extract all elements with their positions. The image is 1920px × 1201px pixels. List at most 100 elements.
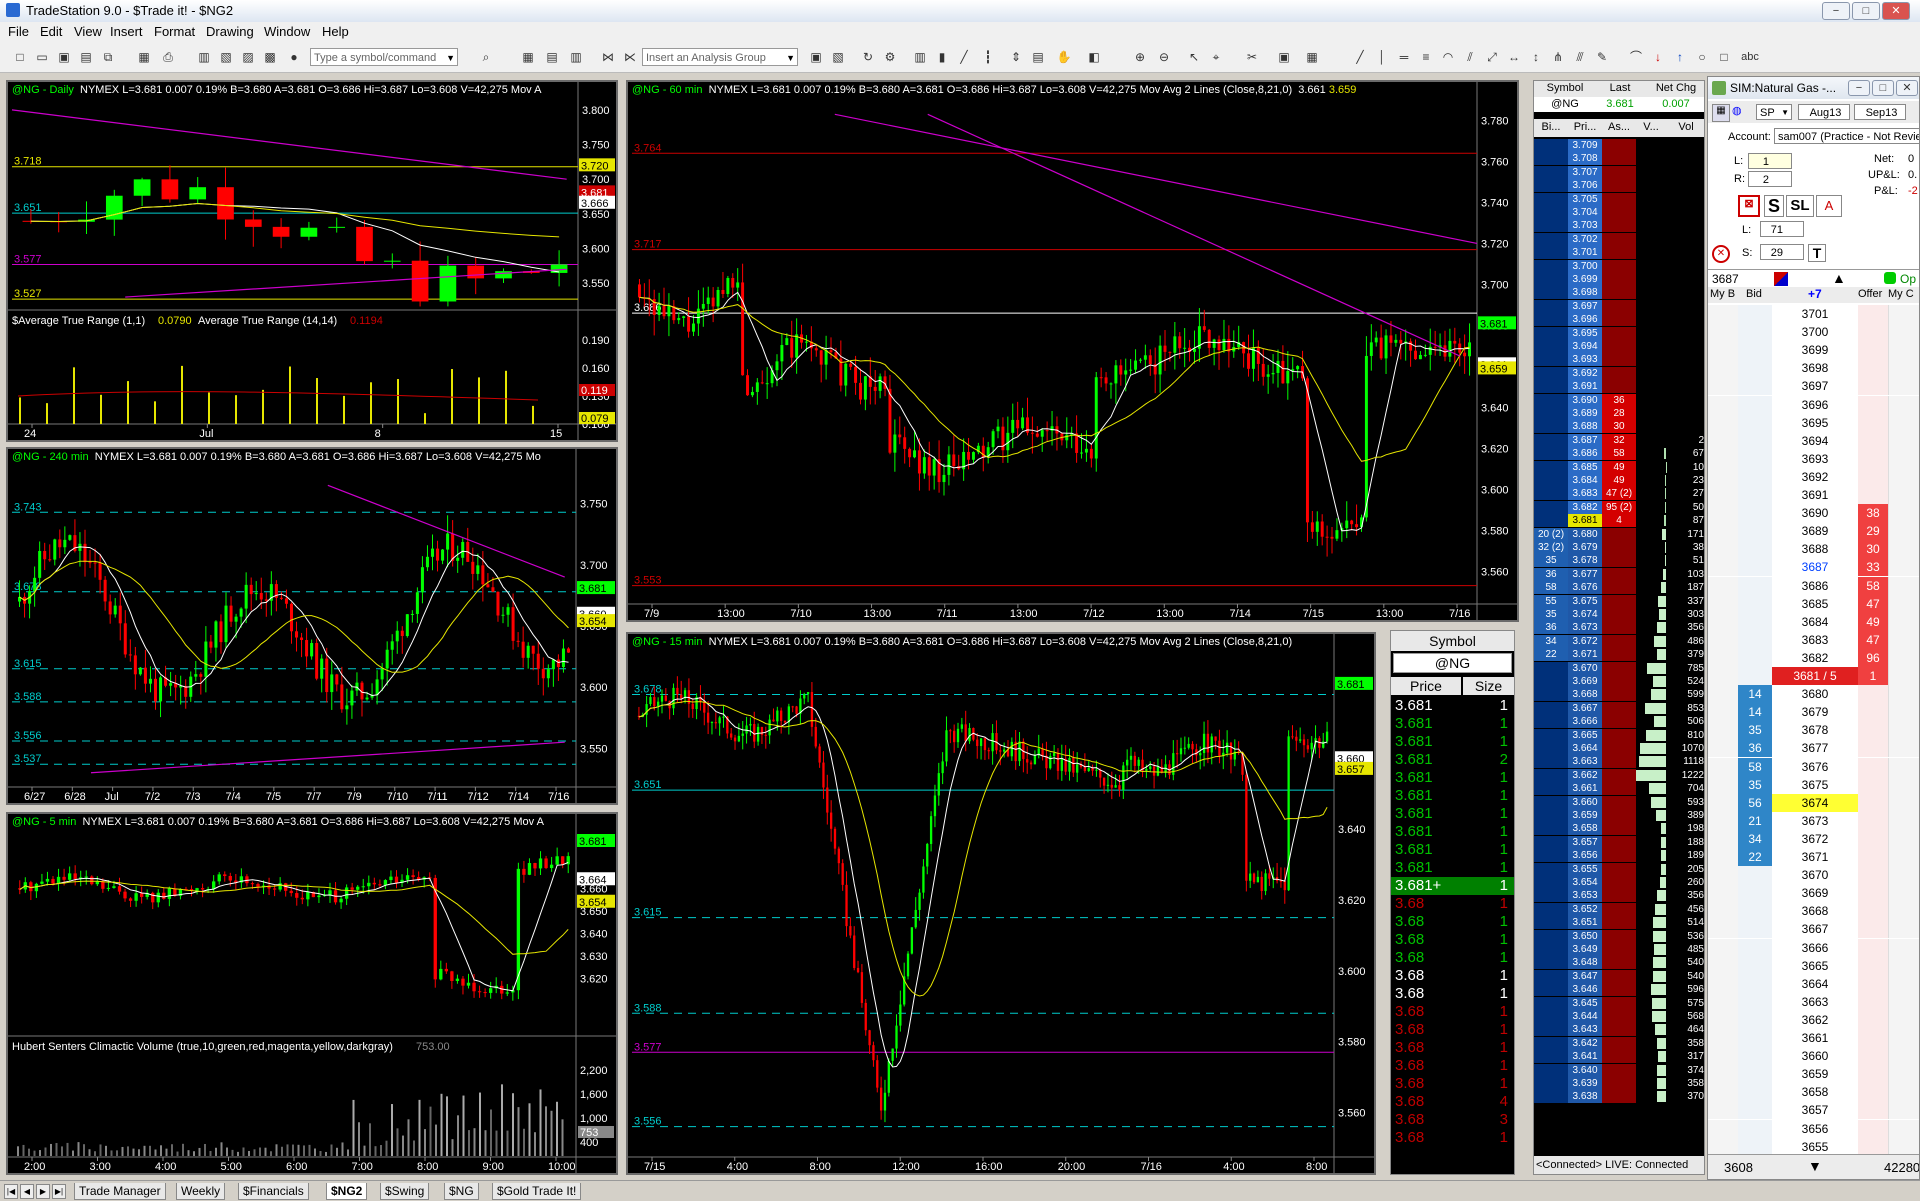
ladder-bid[interactable] bbox=[1534, 1023, 1568, 1036]
matrix-price-cell[interactable]: 3693 bbox=[1772, 450, 1858, 468]
matrix-bid-cell[interactable] bbox=[1738, 414, 1772, 432]
matrix-bid-cell[interactable] bbox=[1738, 1011, 1772, 1029]
matrix-price-cell[interactable]: 3672 bbox=[1772, 830, 1858, 848]
matrix-offer-cell[interactable] bbox=[1858, 1011, 1888, 1029]
matrix-myoffer-cell[interactable] bbox=[1888, 1101, 1920, 1119]
ladder-bid[interactable] bbox=[1534, 327, 1568, 340]
matrix-mybid-cell[interactable] bbox=[1708, 920, 1739, 938]
matrix-myoffer-cell[interactable] bbox=[1888, 377, 1920, 395]
ladder-bid[interactable] bbox=[1534, 809, 1568, 822]
ladder-bid[interactable] bbox=[1534, 943, 1568, 956]
matrix-offer-cell[interactable] bbox=[1858, 957, 1888, 975]
matrix-price-cell[interactable]: 3682 bbox=[1772, 649, 1858, 667]
matrix-row[interactable]: 3699 bbox=[1708, 341, 1920, 359]
ladder-row[interactable]: 3.638370 bbox=[1534, 1090, 1705, 1103]
matrix-offer-cell[interactable] bbox=[1858, 739, 1888, 757]
buy-market-icon[interactable]: ⊠ bbox=[1738, 195, 1760, 217]
tab-financials[interactable]: $Financials bbox=[238, 1183, 309, 1200]
ladder-price[interactable]: 3.647 bbox=[1568, 970, 1602, 983]
account-select[interactable]: sam007 (Practice - Not Revie bbox=[1774, 128, 1920, 144]
ladder-ask[interactable]: 30 bbox=[1602, 420, 1636, 433]
line-chart-icon[interactable]: ╱ bbox=[956, 49, 972, 65]
close-button[interactable]: ✕ bbox=[1882, 2, 1910, 20]
matrix-row[interactable]: 3658 bbox=[1708, 1083, 1920, 1101]
matrix-mybid-cell[interactable] bbox=[1708, 1083, 1739, 1101]
ladder-bid[interactable] bbox=[1534, 246, 1568, 259]
ladder-price[interactable]: 3.645 bbox=[1568, 997, 1602, 1010]
matrix-row[interactable]: 369038 bbox=[1708, 504, 1920, 522]
ladder-ask[interactable] bbox=[1602, 702, 1636, 715]
matrix-mybid-cell[interactable] bbox=[1708, 1047, 1739, 1065]
matrix-bid-cell[interactable] bbox=[1738, 341, 1772, 359]
ladder-ask[interactable] bbox=[1602, 662, 1636, 675]
ladder-price[interactable]: 3.707 bbox=[1568, 166, 1602, 179]
ladder-row[interactable]: 3.660593 bbox=[1534, 796, 1705, 809]
matrix-bid-cell[interactable] bbox=[1738, 359, 1772, 377]
matrix-bid-cell[interactable] bbox=[1738, 540, 1772, 558]
matrix-bid-cell[interactable] bbox=[1738, 323, 1772, 341]
ladder-bid[interactable] bbox=[1534, 675, 1568, 688]
ladder-row[interactable]: 3.649485 bbox=[1534, 943, 1705, 956]
ladder-row[interactable]: 3.665810 bbox=[1534, 729, 1705, 742]
matrix-mybid-cell[interactable] bbox=[1708, 721, 1739, 739]
matrix-mybid-cell[interactable] bbox=[1708, 359, 1739, 377]
symbol-link-icon[interactable]: ▦ bbox=[1712, 104, 1730, 122]
matrix-myoffer-cell[interactable] bbox=[1888, 939, 1920, 957]
ladder-price[interactable]: 3.655 bbox=[1568, 863, 1602, 876]
ladder-bid[interactable] bbox=[1534, 796, 1568, 809]
ladder-row[interactable]: 3.650536 bbox=[1534, 930, 1705, 943]
ladder-price[interactable]: 3.654 bbox=[1568, 876, 1602, 889]
ladder-price[interactable]: 3.683 bbox=[1568, 487, 1602, 500]
matrix-col-mybid[interactable]: My B bbox=[1710, 288, 1735, 300]
ladder-bid[interactable] bbox=[1534, 956, 1568, 969]
ladder-row[interactable]: 3.643464 bbox=[1534, 1023, 1705, 1036]
ladder-price[interactable]: 3.644 bbox=[1568, 1010, 1602, 1023]
ladder-ask[interactable] bbox=[1602, 956, 1636, 969]
ladder-price[interactable]: 3.660 bbox=[1568, 796, 1602, 809]
matrix-mybid-cell[interactable] bbox=[1708, 939, 1739, 957]
ladder-row[interactable]: 583.676187 bbox=[1534, 581, 1705, 594]
quote-row[interactable]: @NG 3.681 0.007 bbox=[1534, 97, 1705, 112]
ladder-row[interactable]: 3.646596 bbox=[1534, 983, 1705, 996]
matrix-mybid-cell[interactable] bbox=[1708, 305, 1739, 323]
globe-icon[interactable]: ● bbox=[286, 49, 302, 65]
ladder-bid[interactable]: 36 bbox=[1534, 568, 1568, 581]
ladder-ask[interactable] bbox=[1602, 903, 1636, 916]
ladder-bid[interactable] bbox=[1534, 514, 1568, 527]
ladder-col-vol[interactable]: Vol bbox=[1668, 121, 1704, 133]
zoom-in-icon[interactable]: ⊕ bbox=[1132, 49, 1148, 65]
ladder-bid[interactable] bbox=[1534, 286, 1568, 299]
ladder-price[interactable]: 3.642 bbox=[1568, 1037, 1602, 1050]
matrix-row[interactable]: 363677 bbox=[1708, 739, 1920, 757]
arrow-h-icon[interactable]: ↔ bbox=[1506, 49, 1522, 65]
ladder-ask[interactable] bbox=[1602, 796, 1636, 809]
menu-drawing[interactable]: Drawing bbox=[206, 24, 254, 39]
matrix-offer-cell[interactable]: 58 bbox=[1858, 577, 1888, 595]
matrix-mybid-cell[interactable] bbox=[1708, 414, 1739, 432]
ladder-price[interactable]: 3.695 bbox=[1568, 327, 1602, 340]
ladder-bid[interactable] bbox=[1534, 970, 1568, 983]
matrix-offer-cell[interactable] bbox=[1858, 1120, 1888, 1138]
matrix-myoffer-cell[interactable] bbox=[1888, 522, 1920, 540]
ladder-price[interactable]: 3.641 bbox=[1568, 1050, 1602, 1063]
ladder-row[interactable]: 3.69036 bbox=[1534, 394, 1705, 407]
matrix-offer-cell[interactable] bbox=[1858, 812, 1888, 830]
print-preview-icon[interactable]: ▦ bbox=[136, 49, 152, 65]
minimize-button[interactable]: − bbox=[1822, 2, 1850, 20]
ladder-price[interactable]: 3.673 bbox=[1568, 621, 1602, 634]
matrix-bid-cell[interactable]: 14 bbox=[1738, 703, 1772, 721]
ladder-row[interactable]: 3.644568 bbox=[1534, 1010, 1705, 1023]
matrix-mybid-cell[interactable] bbox=[1708, 975, 1739, 993]
matrix-myoffer-cell[interactable] bbox=[1888, 432, 1920, 450]
stop-limit-button[interactable]: SL bbox=[1786, 195, 1814, 217]
matrix-price-cell[interactable]: 3664 bbox=[1772, 975, 1858, 993]
ladder-ask[interactable] bbox=[1602, 648, 1636, 661]
matrix-row[interactable]: 3656 bbox=[1708, 1120, 1920, 1138]
ladder-ask[interactable] bbox=[1602, 233, 1636, 246]
matrix-bid-cell[interactable] bbox=[1738, 558, 1772, 576]
matrix-mybid-cell[interactable] bbox=[1708, 830, 1739, 848]
ladder-bid[interactable] bbox=[1534, 688, 1568, 701]
ladder-price[interactable]: 3.674 bbox=[1568, 608, 1602, 621]
ladder-ask[interactable] bbox=[1602, 755, 1636, 768]
ladder-price[interactable]: 3.699 bbox=[1568, 273, 1602, 286]
